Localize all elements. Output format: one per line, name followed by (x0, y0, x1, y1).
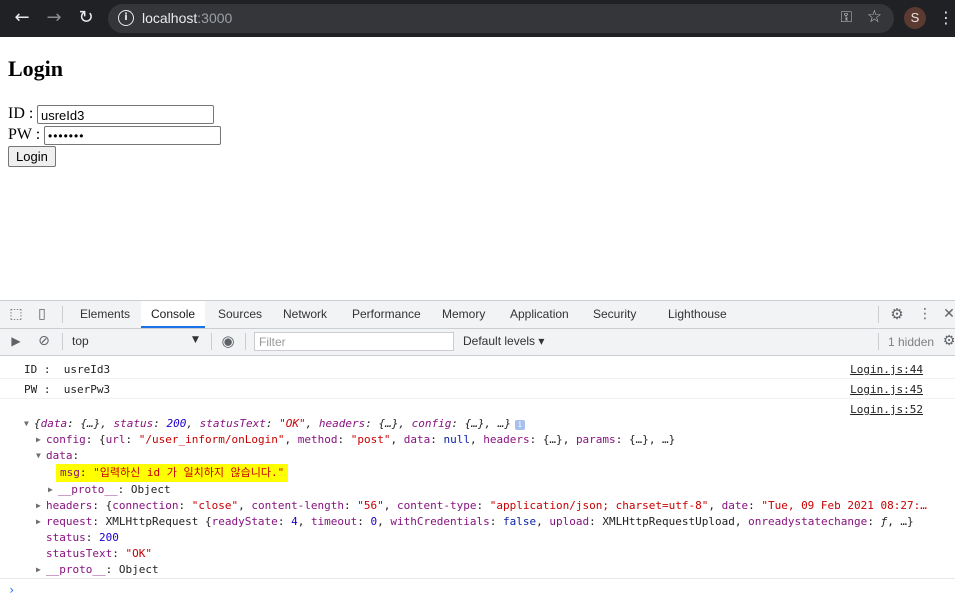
log-levels-dropdown[interactable]: Default levels ▾ (463, 334, 544, 348)
clear-console-icon[interactable]: ⊘ (35, 332, 53, 350)
expand-triangle-icon[interactable]: ▶ (36, 432, 46, 448)
toolbar-divider (245, 333, 246, 350)
sidebar-toggle-icon[interactable]: ▶ (7, 332, 25, 350)
toolbar-divider (62, 306, 63, 323)
tab-elements[interactable]: Elements (80, 301, 130, 328)
toolbar-divider (878, 333, 879, 350)
login-button[interactable]: Login (8, 146, 56, 167)
tab-memory[interactable]: Memory (442, 301, 485, 328)
proto-row[interactable]: ▶ __proto__: Object (36, 562, 159, 578)
console-output: ID : usreId3 Login.js:44 PW : userPw3 Lo… (0, 356, 955, 612)
console-prompt-icon[interactable]: › (8, 583, 15, 597)
browser-toolbar: ← → ↻ i localhost:3000 ⚿ ☆ S ⋮ (0, 0, 955, 37)
pw-input[interactable]: ••••••• (44, 126, 221, 145)
pw-label: PW : (8, 126, 41, 143)
address-bar[interactable]: i localhost:3000 ⚿ ☆ (108, 4, 894, 33)
site-info-icon[interactable]: i (118, 10, 134, 26)
tab-security[interactable]: Security (593, 301, 636, 328)
config-row[interactable]: ▶ config: {url: "/user_inform/onLogin", m… (36, 432, 675, 448)
device-toggle-icon[interactable]: ▯ (33, 305, 51, 323)
console-message: ID : usreId3 Login.js:44 (0, 359, 955, 379)
back-icon[interactable]: ← (10, 6, 34, 30)
toolbar-divider (878, 306, 879, 323)
msg-row: msg: "입력하신 id 가 일치하지 않습니다." (56, 464, 289, 482)
url-text[interactable]: localhost:3000 (142, 10, 232, 26)
eye-icon[interactable]: ◉ (219, 332, 237, 350)
expand-triangle-icon[interactable]: ▶ (48, 482, 58, 498)
prompt-divider (0, 578, 955, 579)
expand-triangle-icon[interactable]: ▶ (36, 562, 46, 578)
close-icon[interactable]: ✕ (940, 305, 955, 323)
devtools-panel: ⬚ ▯ Elements Console Sources Network Per… (0, 300, 955, 612)
tab-sources[interactable]: Sources (218, 301, 262, 328)
settings-gear-icon[interactable]: ⚙ (888, 305, 906, 323)
tab-application[interactable]: Application (510, 301, 569, 328)
bookmark-star-icon[interactable]: ☆ (867, 7, 882, 27)
tab-lighthouse[interactable]: Lighthouse (668, 301, 727, 328)
info-badge-icon[interactable]: i (514, 420, 525, 430)
status-row: status: 200 (46, 531, 119, 544)
object-summary[interactable]: ▼ {data: {…}, status: 200, statusText: "O… (24, 416, 525, 432)
inspect-element-icon[interactable]: ⬚ (7, 305, 25, 323)
source-link[interactable]: Login.js:52 (850, 403, 923, 416)
source-link[interactable]: Login.js:45 (850, 383, 923, 396)
reload-icon[interactable]: ↻ (74, 6, 98, 30)
tab-console[interactable]: Console (141, 301, 206, 328)
console-message: Login.js:52 (0, 399, 955, 417)
statustext-row: statusText: "OK" (46, 547, 152, 560)
filter-input[interactable]: Filter (254, 332, 454, 351)
console-toolbar: ▶ ⊘ top ▼ ◉ Filter Default levels ▾ 1 hi… (0, 329, 955, 356)
page-title: Login (8, 56, 64, 81)
key-icon[interactable]: ⚿ (841, 8, 852, 26)
context-selector[interactable]: top (72, 334, 89, 348)
expand-triangle-icon[interactable]: ▶ (36, 498, 46, 514)
console-settings-icon[interactable]: ⚙ (940, 332, 955, 350)
tab-network[interactable]: Network (283, 301, 327, 328)
tab-performance[interactable]: Performance (352, 301, 421, 328)
devtools-tabbar: ⬚ ▯ Elements Console Sources Network Per… (0, 301, 955, 329)
headers-row[interactable]: ▶ headers: {connection: "close", content-… (36, 498, 927, 514)
context-dropdown-icon[interactable]: ▼ (192, 335, 199, 345)
data-row[interactable]: ▼ data: (36, 448, 79, 464)
forward-icon[interactable]: → (42, 6, 66, 30)
hidden-count: 1 hidden (888, 335, 935, 349)
id-input[interactable]: usreId3 (37, 105, 214, 124)
collapse-triangle-icon[interactable]: ▼ (24, 416, 34, 432)
toolbar-divider (62, 333, 63, 350)
console-message: PW : userPw3 Login.js:45 (0, 379, 955, 399)
id-label: ID : (8, 105, 34, 122)
request-row[interactable]: ▶ request: XMLHttpRequest {readyState: 4,… (36, 514, 914, 530)
browser-menu-icon[interactable]: ⋮ (938, 7, 954, 29)
collapse-triangle-icon[interactable]: ▼ (36, 448, 46, 464)
data-proto-row[interactable]: ▶ __proto__: Object (48, 482, 171, 498)
devtools-menu-icon[interactable]: ⋮ (916, 305, 934, 323)
profile-avatar[interactable]: S (904, 7, 926, 29)
source-link[interactable]: Login.js:44 (850, 363, 923, 376)
expand-triangle-icon[interactable]: ▶ (36, 514, 46, 530)
toolbar-divider (211, 333, 212, 350)
